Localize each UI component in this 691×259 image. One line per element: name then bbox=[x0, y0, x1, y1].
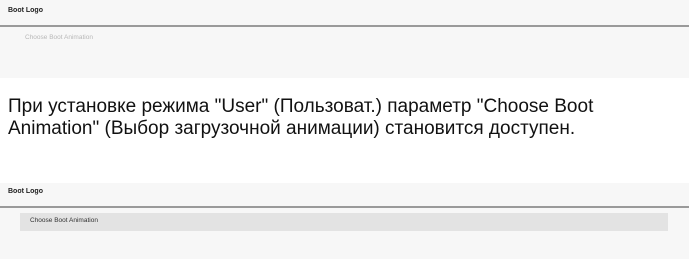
divider bbox=[0, 206, 689, 208]
panel-title: Boot Logo bbox=[8, 188, 43, 195]
boot-logo-panel-disabled: Boot Logo Choose Boot Animation bbox=[0, 0, 689, 78]
description-text: При установке режима "User" (Пользоват.)… bbox=[8, 96, 594, 139]
divider bbox=[0, 25, 689, 27]
choose-boot-animation-option-disabled: Choose Boot Animation bbox=[25, 34, 93, 41]
panel-title: Boot Logo bbox=[8, 7, 43, 14]
choose-boot-animation-option[interactable]: Choose Boot Animation bbox=[20, 213, 668, 231]
boot-logo-panel-enabled: Boot Logo Choose Boot Animation bbox=[0, 183, 689, 259]
